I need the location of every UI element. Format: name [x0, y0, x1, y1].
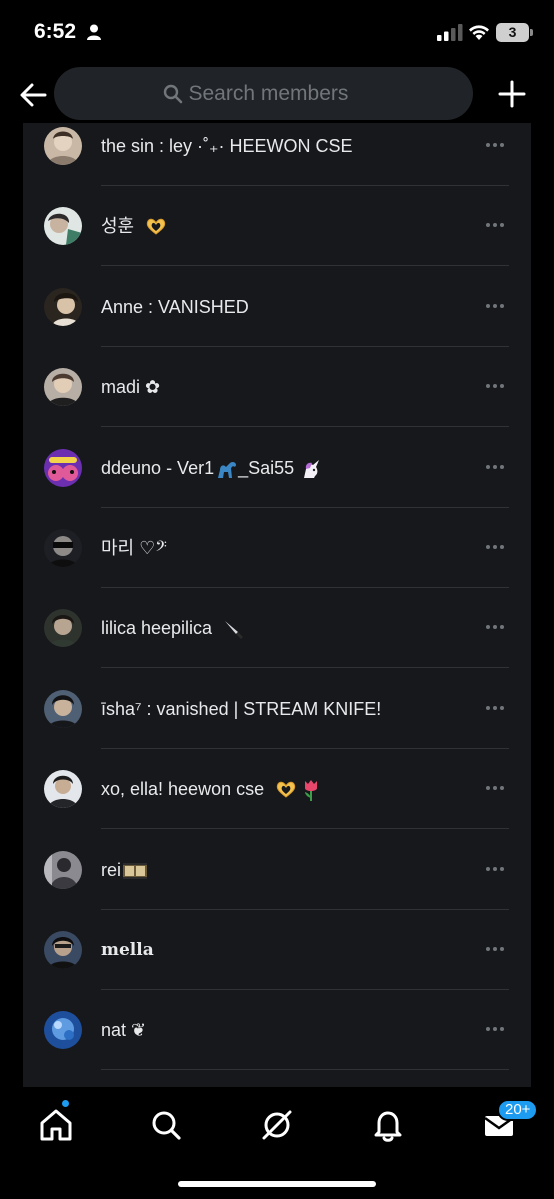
- home-icon[interactable]: [36, 1105, 76, 1145]
- wifi-icon: [469, 25, 489, 40]
- avatar: [44, 368, 82, 406]
- more-options-icon[interactable]: [483, 615, 507, 639]
- divider: [101, 828, 509, 829]
- more-options-icon[interactable]: [483, 374, 507, 398]
- member-row[interactable]: mella: [23, 910, 531, 990]
- member-row[interactable]: rei: [23, 830, 531, 910]
- member-name: nat ❦: [101, 1020, 147, 1040]
- search-members-input[interactable]: [188, 81, 365, 106]
- avatar: [44, 609, 82, 647]
- heart-hands-emoji-icon: [276, 782, 296, 798]
- divider: [101, 265, 509, 266]
- person-icon: [87, 24, 101, 40]
- signal-icon: [437, 24, 463, 41]
- more-options-icon[interactable]: [483, 937, 507, 961]
- member-row[interactable]: Anne : VANISHED: [23, 267, 531, 347]
- member-row[interactable]: īsha⁷ : vanished | STREAM KNIFE!: [23, 669, 531, 749]
- dinosaur-emoji-icon: [218, 462, 237, 479]
- more-options-icon[interactable]: [483, 696, 507, 720]
- more-options-icon[interactable]: [483, 213, 507, 237]
- member-row[interactable]: nat ❦: [23, 990, 531, 1070]
- more-options-icon[interactable]: [483, 455, 507, 479]
- member-name: lilica heepilica: [101, 588, 245, 668]
- member-row[interactable]: 성훈: [23, 186, 531, 266]
- member-name: mella: [101, 940, 154, 960]
- more-options-icon[interactable]: [483, 776, 507, 800]
- grok-icon[interactable]: [257, 1105, 297, 1145]
- divider: [101, 1069, 509, 1070]
- member-row[interactable]: the sin : ley ·˚₊· HEEWON CSE: [23, 123, 531, 186]
- more-options-icon[interactable]: [483, 1017, 507, 1041]
- member-name: ddeuno - Ver1 _Sai55: [101, 428, 322, 508]
- avatar: [44, 529, 82, 567]
- back-arrow-icon[interactable]: [16, 78, 50, 112]
- film-frames-emoji-icon: [123, 863, 148, 880]
- member-name: rei: [101, 830, 148, 910]
- unicorn-emoji-icon: [304, 460, 320, 479]
- member-row[interactable]: ddeuno - Ver1 _Sai55: [23, 428, 531, 508]
- member-row[interactable]: 마리 ♡𝄢: [23, 508, 531, 588]
- avatar: [44, 288, 82, 326]
- member-list: the sin : ley ·˚₊· HEEWON CSE 성훈 Anne: …: [23, 123, 531, 1087]
- divider: [101, 426, 509, 427]
- search-icon[interactable]: [146, 1105, 186, 1145]
- heart-hands-emoji-icon: [146, 219, 166, 235]
- member-name: 성훈: [101, 186, 167, 266]
- battery-icon: 3: [496, 23, 529, 42]
- avatar: [44, 207, 82, 245]
- home-notification-dot: [61, 1099, 70, 1108]
- member-name: the sin : ley ·˚₊· HEEWON CSE: [101, 136, 353, 156]
- member-name: madi ✿: [101, 377, 161, 397]
- avatar: [44, 851, 82, 889]
- bell-icon[interactable]: [368, 1105, 408, 1145]
- more-options-icon[interactable]: [483, 857, 507, 881]
- avatar: [44, 770, 82, 808]
- battery-tip: [530, 29, 533, 36]
- member-name: 마리 ♡𝄢: [101, 538, 167, 558]
- knife-emoji-icon: [225, 621, 244, 640]
- member-name: Anne : VANISHED: [101, 297, 249, 317]
- more-options-icon[interactable]: [483, 133, 507, 157]
- member-row[interactable]: madi ✿: [23, 347, 531, 427]
- member-name: īsha⁷ : vanished | STREAM KNIFE!: [101, 699, 382, 719]
- member-row[interactable]: lilica heepilica: [23, 588, 531, 668]
- messages-badge: 20+: [497, 1099, 539, 1121]
- search-box[interactable]: [54, 67, 473, 120]
- member-name: xo, ella! heewon cse: [101, 749, 321, 829]
- status-time: 6:52: [34, 20, 77, 43]
- home-indicator[interactable]: [178, 1181, 376, 1187]
- divider: [101, 667, 509, 668]
- add-member-plus-icon[interactable]: [494, 76, 530, 112]
- status-bar: 6:52 3: [0, 0, 554, 64]
- avatar: [44, 690, 82, 728]
- avatar: [44, 127, 82, 165]
- member-row[interactable]: xo, ella! heewon cse: [23, 749, 531, 829]
- more-options-icon[interactable]: [483, 535, 507, 559]
- avatar: [44, 1011, 82, 1049]
- more-options-icon[interactable]: [483, 294, 507, 318]
- avatar: [44, 931, 82, 969]
- avatar: [44, 449, 82, 487]
- tulip-emoji-icon: [305, 780, 318, 802]
- search-icon: [163, 84, 182, 104]
